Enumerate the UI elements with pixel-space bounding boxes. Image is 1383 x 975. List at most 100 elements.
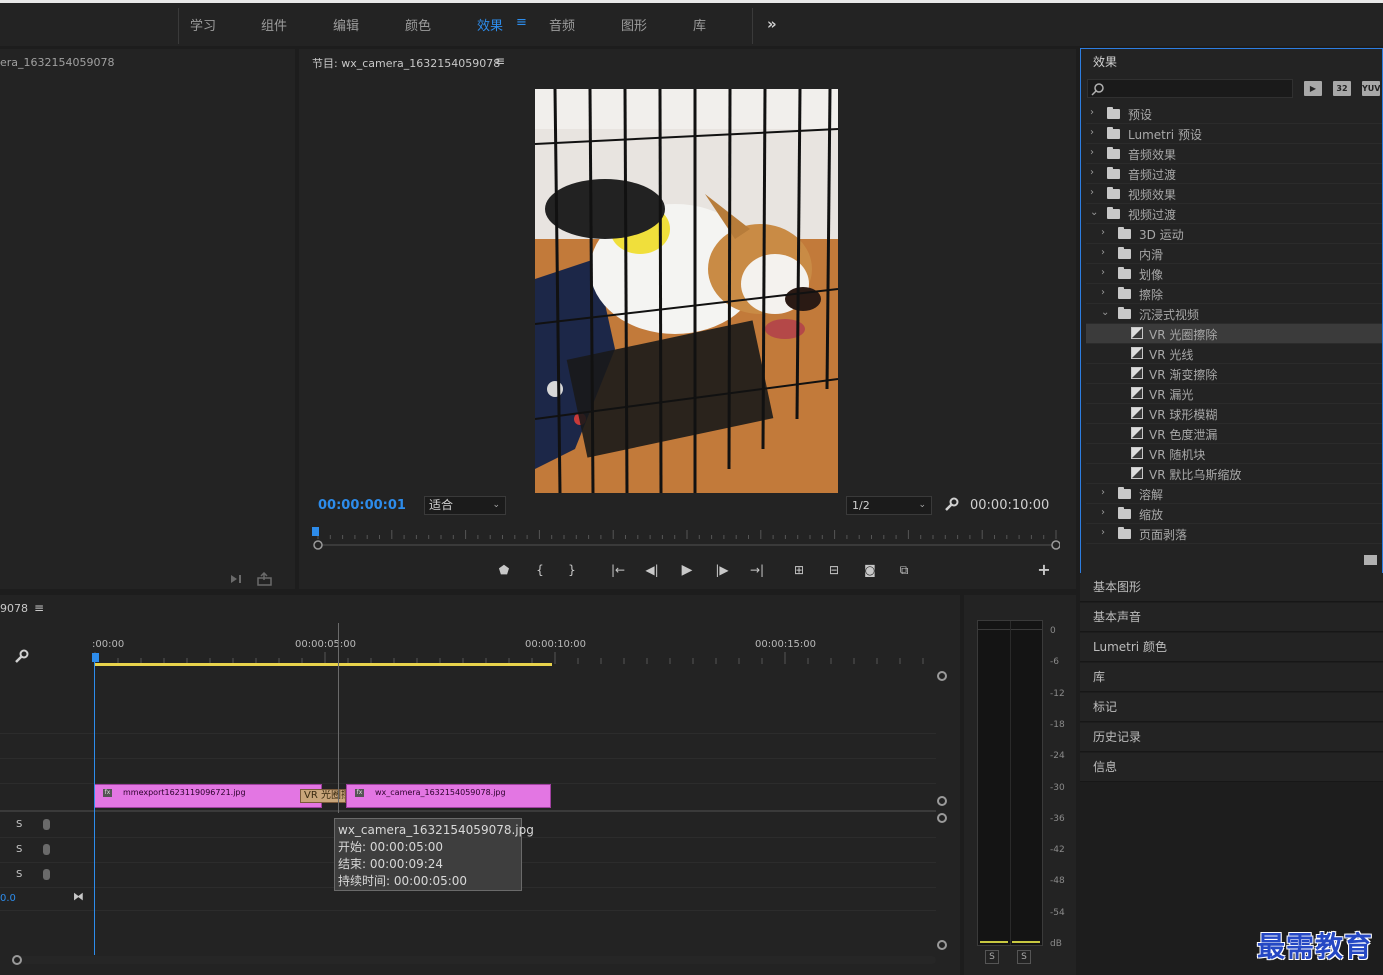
chevron-right-icon[interactable]: › [1101,247,1105,258]
video-clip[interactable]: fx mmexport1623119096721.jpg [94,784,322,808]
mark-in-button[interactable]: { [531,562,549,578]
effects-tree-item[interactable]: › 视频效果 [1086,184,1382,204]
sequence-tab-title[interactable]: 9078 [0,602,28,615]
effects-tree-item[interactable]: ⌄ 沉浸式视频 [1086,304,1382,324]
audio-solo-button[interactable]: S [16,869,22,880]
effects-search-input[interactable] [1087,79,1293,98]
button-editor-plus-button[interactable]: + [1035,562,1053,578]
snap-to-end-icon[interactable]: ⧓ [73,890,84,903]
sequence-menu-icon[interactable]: ≡ [34,601,44,615]
effects-tree-item[interactable]: › 溶解 [1086,484,1382,504]
audio-solo-button[interactable]: S [16,819,22,830]
panel-libraries[interactable]: 库 [1080,663,1383,692]
vertical-scroll-handle[interactable] [937,796,947,806]
program-current-timecode[interactable]: 00:00:00:01 [318,498,406,513]
microphone-icon[interactable] [43,819,50,830]
source-export-icons[interactable] [229,572,275,586]
add-marker-button[interactable]: ⬟ [495,562,513,578]
effects-tree-item[interactable]: › 缩放 [1086,504,1382,524]
tab-editing[interactable]: 编辑 [333,15,359,34]
tab-graphics[interactable]: 图形 [621,15,647,34]
chevron-down-icon[interactable]: ⌄ [1090,207,1098,218]
effects-tree-item[interactable]: VR 色度泄漏 [1086,424,1382,444]
new-bin-icon[interactable] [1364,555,1377,565]
panel-essential-graphics[interactable]: 基本图形 [1080,573,1383,602]
panel-history[interactable]: 历史记录 [1080,723,1383,752]
chevron-right-icon[interactable]: › [1101,507,1105,518]
effects-panel-title[interactable]: 效果 [1093,53,1117,70]
effects-tree-item[interactable]: › 页面剥落 [1086,524,1382,544]
tab-learn[interactable]: 学习 [190,15,216,34]
playback-resolution-dropdown[interactable]: 1/2 ⌄ [846,496,932,515]
vertical-scroll-handle[interactable] [937,940,947,950]
chevron-right-icon[interactable]: › [1090,107,1094,118]
vertical-scroll-handle[interactable] [937,671,947,681]
effects-tree-item[interactable]: VR 球形模糊 [1086,404,1382,424]
program-monitor-title[interactable]: 节目: wx_camera_1632154059078 [312,55,500,71]
chevron-right-icon[interactable]: › [1101,487,1105,498]
meter-solo-left-button[interactable]: S [985,950,999,964]
extract-button[interactable]: ⊟ [825,562,843,578]
tab-audio[interactable]: 音频 [549,15,575,34]
comparison-view-button[interactable]: ⧉ [895,562,913,578]
effects-tree-item[interactable]: › 内滑 [1086,244,1382,264]
horizontal-scroll-handle[interactable] [12,955,22,965]
video-clip[interactable]: fx wx_camera_1632154059078.jpg [346,784,551,808]
effects-tree-item[interactable]: › 音频效果 [1086,144,1382,164]
vertical-scroll-handle[interactable] [937,813,947,823]
horizontal-scrollbar[interactable] [12,956,936,964]
step-back-button[interactable]: ◀| [643,562,661,578]
effects-tree-item[interactable]: › Lumetri 预设 [1086,124,1382,144]
chevron-right-icon[interactable]: › [1101,267,1105,278]
tab-color[interactable]: 颜色 [405,15,431,34]
chevron-down-icon[interactable]: ⌄ [1101,307,1109,318]
panel-info[interactable]: 信息 [1080,753,1383,782]
master-volume-readout[interactable]: 0.0 [0,893,16,904]
source-monitor-title[interactable]: era_1632154059078 [0,56,115,69]
effects-tree-item[interactable]: › 预设 [1086,104,1382,124]
go-to-out-button[interactable]: →| [748,562,766,578]
effects-tree-item[interactable]: VR 漏光 [1086,384,1382,404]
effects-tree-item[interactable]: › 3D 运动 [1086,224,1382,244]
program-panel-menu-icon[interactable]: ≡ [495,54,505,68]
more-workspaces-button[interactable]: » [767,15,777,33]
go-to-in-button[interactable]: |← [609,562,627,578]
effects-tree-item[interactable]: › 音频过渡 [1086,164,1382,184]
program-timeline-ruler[interactable] [312,527,1060,551]
effects-tree-item[interactable]: ⌄ 视频过渡 [1086,204,1382,224]
zoom-fit-dropdown[interactable]: 适合 ⌄ [424,496,506,515]
camera-icon[interactable]: ◙ [861,562,879,578]
panel-lumetri-color[interactable]: Lumetri 颜色 [1080,633,1383,662]
effects-tree-item[interactable]: VR 光圈擦除 [1086,324,1382,344]
chevron-right-icon[interactable]: › [1101,527,1105,538]
accelerated-effects-icon[interactable]: ▶ [1304,81,1322,96]
effects-tree-item[interactable]: VR 光线 [1086,344,1382,364]
yuv-effects-button[interactable]: YUV [1362,81,1380,96]
mark-out-button[interactable]: } [563,562,581,578]
tab-effects-menu-icon[interactable]: ≡ [516,15,527,30]
chevron-right-icon[interactable]: › [1090,147,1094,158]
chevron-right-icon[interactable]: › [1090,187,1094,198]
effects-tree-item[interactable]: › 划像 [1086,264,1382,284]
wrench-icon[interactable] [943,497,959,513]
effects-tree-item[interactable]: VR 默比乌斯缩放 [1086,464,1382,484]
step-forward-button[interactable]: |▶ [713,562,731,578]
timeline-playhead[interactable] [92,653,99,662]
microphone-icon[interactable] [43,844,50,855]
tab-assembly[interactable]: 组件 [261,15,287,34]
effects-tree-item[interactable]: VR 随机块 [1086,444,1382,464]
tab-effects[interactable]: 效果 [477,15,503,34]
chevron-right-icon[interactable]: › [1101,227,1105,238]
tab-libraries[interactable]: 库 [693,15,706,34]
play-button[interactable]: ▶ [678,562,696,578]
chevron-right-icon[interactable]: › [1101,287,1105,298]
work-area-bar[interactable] [95,663,552,666]
panel-markers[interactable]: 标记 [1080,693,1383,722]
audio-solo-button[interactable]: S [16,844,22,855]
chevron-right-icon[interactable]: › [1090,167,1094,178]
vr-iris-wipe-transition[interactable]: VR 光圈擦 [300,789,346,803]
effects-tree-item[interactable]: VR 渐变擦除 [1086,364,1382,384]
wrench-icon[interactable] [13,649,29,665]
microphone-icon[interactable] [43,869,50,880]
meter-solo-right-button[interactable]: S [1017,950,1031,964]
